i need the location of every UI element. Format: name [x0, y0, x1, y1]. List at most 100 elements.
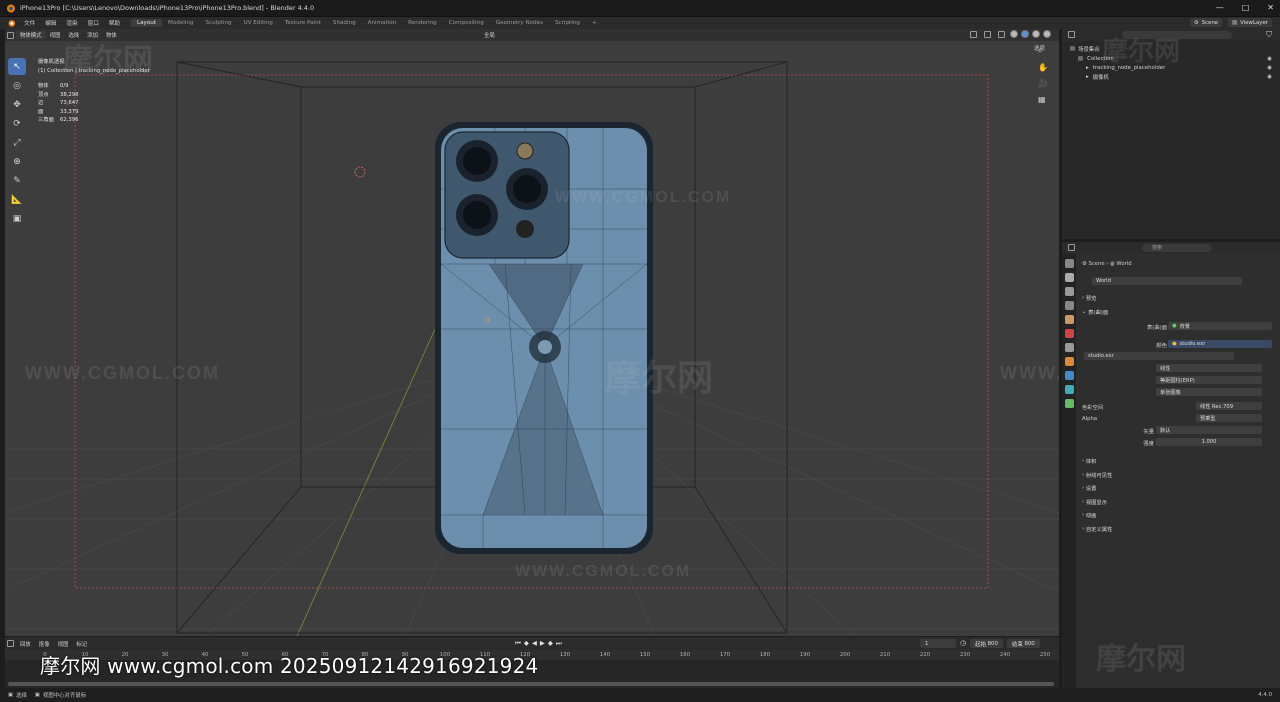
iphone-mesh[interactable] — [435, 122, 653, 554]
current-frame-field[interactable]: 1 — [920, 639, 956, 648]
workspace-tab-rendering[interactable]: Rendering — [402, 19, 443, 27]
add-workspace-button[interactable]: + — [586, 19, 603, 27]
timeline-menu-playback[interactable]: 回放 — [16, 640, 35, 648]
transform-orientation[interactable]: 全局 — [480, 31, 499, 39]
section-ray-visibility[interactable]: › 射线可见性 — [1082, 470, 1272, 479]
workspace-tab-layout[interactable]: Layout — [131, 19, 163, 27]
workspace-tab-sculpting[interactable]: Sculpting — [199, 19, 237, 27]
outliner-editor-icon[interactable] — [1068, 31, 1075, 38]
filter-icon[interactable]: ⛉ — [1266, 30, 1272, 40]
properties-search-input[interactable]: 搜索 — [1142, 244, 1212, 252]
3d-viewport[interactable]: 摩尔网 WWW.CGMOL.COM WWW.CGMOL.COM 摩尔网 WWW.… — [5, 29, 1059, 636]
add-cube-tool-icon[interactable]: ▣ — [8, 210, 26, 227]
rendered-shading-icon[interactable] — [1043, 30, 1051, 38]
gizmo-toggle-icon[interactable] — [970, 30, 977, 38]
projection-select[interactable]: 等距圆柱(ERP) — [1156, 376, 1262, 384]
scale-tool-icon[interactable]: ⤢ — [8, 134, 26, 151]
menu-select[interactable]: 选择 — [64, 31, 83, 39]
constraint-tab-icon[interactable] — [1064, 399, 1074, 408]
menu-object[interactable]: 物体 — [102, 31, 121, 39]
timeline-editor-icon[interactable] — [7, 640, 14, 647]
source-select[interactable]: 单张图像 — [1156, 388, 1262, 396]
properties-editor-icon[interactable] — [1068, 244, 1075, 251]
transform-tool-icon[interactable]: ⊕ — [8, 153, 26, 170]
cursor-tool-icon[interactable]: ◎ — [8, 77, 26, 94]
material-shading-icon[interactable] — [1032, 30, 1040, 38]
workspace-tab-texture-paint[interactable]: Texture Paint — [279, 19, 327, 27]
physics-tab-icon[interactable] — [1064, 385, 1074, 394]
xray-toggle-icon[interactable] — [998, 30, 1005, 38]
collection-tab-icon[interactable] — [1064, 343, 1074, 352]
interpolation-select[interactable]: 线性 — [1156, 364, 1262, 372]
rotate-tool-icon[interactable]: ⟳ — [8, 115, 26, 132]
move-tool-icon[interactable]: ✥ — [8, 96, 26, 113]
strength-field[interactable]: 1.000 — [1156, 438, 1262, 446]
workspace-tab-shading[interactable]: Shading — [327, 19, 362, 27]
view-layer-tab-icon[interactable] — [1064, 301, 1074, 310]
timeline-menu-keying[interactable]: 抠像 — [35, 640, 54, 648]
render-tab-icon[interactable] — [1064, 273, 1074, 282]
expand-arrow-icon[interactable]: ▸ — [1086, 65, 1089, 71]
frame-start-field[interactable]: 起始 800 — [970, 639, 1003, 648]
expand-arrow-icon[interactable]: ▸ — [1086, 74, 1089, 80]
section-settings[interactable]: › 设置 — [1082, 483, 1272, 492]
workspace-tab-scripting[interactable]: Scripting — [549, 19, 586, 27]
timeline-scrollbar[interactable] — [8, 682, 1054, 686]
menu-file[interactable]: 文件 — [19, 19, 40, 27]
menu-help[interactable]: 帮助 — [104, 19, 125, 27]
annotate-tool-icon[interactable]: ✎ — [8, 172, 26, 189]
section-surface[interactable]: ⌄ 表(曲)面 — [1082, 307, 1272, 316]
menu-add[interactable]: 添加 — [83, 31, 102, 39]
pan-hand-icon[interactable]: ✋ — [1038, 63, 1048, 72]
visibility-eye-icon[interactable]: ◉ — [1267, 56, 1272, 62]
play-icon[interactable]: ▶ — [540, 639, 545, 648]
scene-selector[interactable]: ⚙ Scene — [1189, 18, 1223, 27]
jump-start-icon[interactable]: ⏮ — [515, 639, 521, 648]
view-layer-selector[interactable]: ▤ ViewLayer — [1228, 18, 1272, 27]
prev-keyframe-icon[interactable]: ◆ — [524, 639, 529, 648]
play-reverse-icon[interactable]: ◀ — [532, 639, 537, 648]
select-tool-icon[interactable]: ↖ — [8, 58, 26, 75]
timeline-menu-marker[interactable]: 标记 — [72, 640, 91, 648]
section-preview[interactable]: › 预览 — [1082, 293, 1272, 302]
camera-view-icon[interactable]: 🎥 — [1038, 79, 1048, 88]
workspace-tab-modeling[interactable]: Modeling — [162, 19, 199, 27]
solid-shading-icon[interactable] — [1021, 30, 1029, 38]
collection-icon[interactable]: ▤ — [1078, 56, 1083, 62]
section-viewport-display[interactable]: › 视图显示 — [1082, 497, 1272, 506]
surface-shader-field[interactable]: ● 背景 — [1168, 322, 1272, 330]
menu-window[interactable]: 窗口 — [83, 19, 104, 27]
scene-tab-icon[interactable] — [1064, 315, 1074, 324]
workspace-tab-compositing[interactable]: Compositing — [443, 19, 490, 27]
overlay-toggle-icon[interactable] — [984, 30, 991, 38]
menu-render[interactable]: 渲染 — [61, 19, 82, 27]
workspace-tab-geometry-nodes[interactable]: Geometry Nodes — [490, 19, 549, 27]
editor-type-icon[interactable] — [7, 31, 14, 39]
image-name-field[interactable]: studio.exr — [1084, 352, 1234, 360]
jump-end-icon[interactable]: ⏭ — [556, 639, 562, 648]
perspective-grid-icon[interactable]: ▦ — [1038, 95, 1048, 104]
object-tab-icon[interactable] — [1064, 357, 1074, 366]
outliner-row[interactable]: ▸ 摄像机 ◉ — [1062, 72, 1280, 81]
mode-selector[interactable]: 物体模式 — [16, 31, 46, 39]
section-custom-props[interactable]: › 自定义属性 — [1082, 524, 1272, 533]
section-animation[interactable]: › 动画 — [1082, 510, 1272, 519]
world-name-field[interactable]: World — [1092, 277, 1242, 285]
color-input-field[interactable]: ● studio.exr — [1168, 340, 1272, 348]
modifier-tab-icon[interactable] — [1064, 371, 1074, 380]
menu-view[interactable]: 视图 — [46, 31, 65, 39]
frame-end-field[interactable]: 结束 800 — [1006, 639, 1040, 648]
maximize-button[interactable]: □ — [1242, 3, 1250, 12]
3d-cursor[interactable] — [354, 166, 366, 178]
colorspace-select[interactable]: 线性 Rec.709 — [1196, 402, 1262, 410]
timeline-menu-view[interactable]: 视图 — [54, 640, 73, 648]
menu-edit[interactable]: 编辑 — [40, 19, 61, 27]
next-keyframe-icon[interactable]: ◆ — [548, 639, 553, 648]
visibility-eye-icon[interactable]: ◉ — [1267, 65, 1272, 71]
workspace-tab-animation[interactable]: Animation — [362, 19, 403, 27]
minimize-button[interactable]: — — [1216, 3, 1224, 12]
output-tab-icon[interactable] — [1064, 287, 1074, 296]
tool-tab-icon[interactable] — [1064, 259, 1074, 268]
measure-tool-icon[interactable]: 📐 — [8, 191, 26, 208]
workspace-tab-uv-editing[interactable]: UV Editing — [238, 19, 279, 27]
